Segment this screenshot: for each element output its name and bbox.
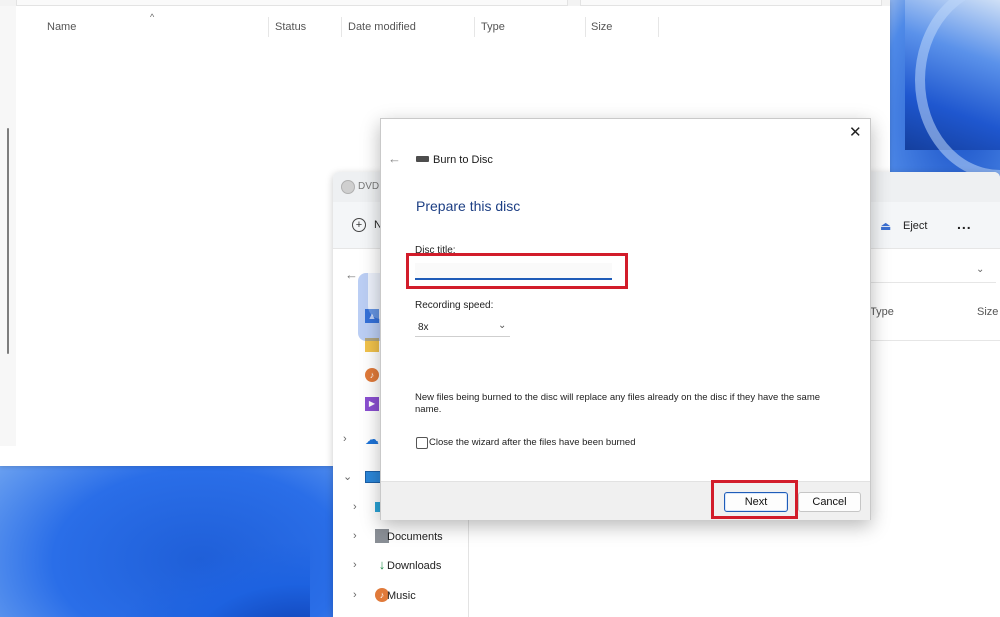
sort-ascending-icon: ^	[150, 12, 155, 22]
column-header-name[interactable]: Name	[47, 21, 76, 33]
nav-item-label: Music	[387, 590, 416, 602]
nav-item-label: Documents	[387, 531, 443, 543]
videos-icon: ▶	[365, 397, 379, 411]
chevron-down-icon[interactable]: ⌄	[343, 470, 355, 483]
chevron-down-icon: ⌄	[498, 320, 507, 331]
column-header-status[interactable]: Status	[275, 21, 306, 33]
next-button-highlight-box	[711, 480, 798, 519]
chevron-right-icon[interactable]: ›	[353, 530, 365, 542]
disc-title-highlight-box	[406, 253, 628, 289]
more-options-icon[interactable]: ...	[957, 216, 972, 232]
new-plus-icon[interactable]: +	[352, 218, 366, 232]
disc-drive-icon	[416, 156, 429, 162]
eject-icon[interactable]: ⏏	[880, 219, 891, 233]
chevron-right-icon[interactable]: ›	[343, 433, 355, 445]
burn-to-disc-dialog: ✕ ← Burn to Disc Prepare this disc Disc …	[380, 118, 871, 520]
recording-speed-select[interactable]: 8x ⌄	[415, 318, 510, 337]
column-divider	[341, 17, 342, 37]
eject-button[interactable]: Eject	[903, 220, 927, 232]
wallpaper-swoosh	[70, 470, 310, 617]
cancel-button[interactable]: Cancel	[798, 492, 861, 512]
nav-item-label: Downloads	[387, 560, 442, 572]
recording-speed-value: 8x	[418, 322, 429, 333]
column-header-date-modified[interactable]: Date modified	[348, 21, 416, 33]
onedrive-icon: ☁	[365, 431, 379, 447]
column-header-type[interactable]: Type	[481, 21, 505, 33]
dvd-explorer-title: DVD	[358, 181, 380, 192]
chevron-right-icon[interactable]: ›	[353, 589, 365, 601]
close-icon[interactable]: ✕	[849, 123, 862, 141]
chevron-right-icon[interactable]: ›	[353, 559, 365, 571]
chevron-down-icon[interactable]: ⌄	[976, 264, 984, 275]
column-header-size[interactable]: Size	[977, 306, 998, 318]
wallpaper-right	[905, 0, 1000, 180]
page-heading: Prepare this disc	[416, 198, 521, 214]
back-explorer-scrollbar[interactable]	[7, 128, 9, 354]
close-wizard-checkbox[interactable]	[416, 437, 428, 449]
replace-files-note: New files being burned to the disc will …	[415, 392, 821, 415]
close-wizard-checkbox-label[interactable]: Close the wizard after the files have be…	[429, 437, 636, 448]
dvd-drive-icon	[341, 180, 355, 194]
back-arrow-icon[interactable]: ←	[388, 151, 401, 166]
dialog-title: Burn to Disc	[433, 154, 493, 166]
recording-speed-label: Recording speed:	[415, 300, 494, 311]
column-divider	[658, 17, 659, 37]
column-divider	[474, 17, 475, 37]
back-explorer-top-strip	[0, 0, 890, 6]
this-pc-icon	[365, 471, 381, 483]
column-separator	[870, 340, 1000, 341]
chevron-right-icon[interactable]: ›	[353, 501, 365, 513]
music-icon: ♪	[365, 368, 379, 382]
column-divider	[268, 17, 269, 37]
column-header-type[interactable]: Type	[870, 306, 894, 318]
column-divider	[585, 17, 586, 37]
column-header-size[interactable]: Size	[591, 21, 612, 33]
